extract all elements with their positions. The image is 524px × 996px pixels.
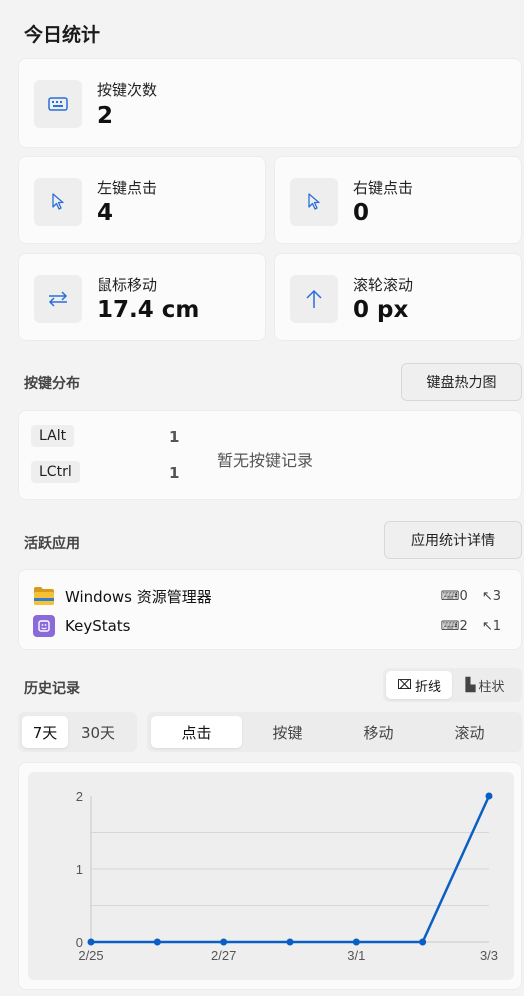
chart-type-bar[interactable]: ▙ 柱状 xyxy=(452,671,518,699)
range-toggle: 7天 30天 xyxy=(18,712,137,752)
metric-scroll[interactable]: 滚动 xyxy=(424,716,515,748)
chart-data-point xyxy=(153,938,161,946)
history-chart-card: 0 1 2 2/25 2/27 3/1 3/3 xyxy=(18,762,522,990)
chart-x-tick-label: 2/27 xyxy=(211,948,236,963)
app-click-count: 3 xyxy=(492,588,501,604)
swap-arrows-icon xyxy=(34,275,82,323)
app-stats: ⌨0 ↖3 xyxy=(441,589,501,604)
stat-card-right-click: 右键点击 0 xyxy=(274,156,522,244)
chart-type-line[interactable]: ⌧ 折线 xyxy=(386,671,452,699)
keystats-app-icon xyxy=(33,615,55,637)
stat-label: 左键点击 xyxy=(97,179,158,197)
section-title-history: 历史记录 xyxy=(24,681,80,697)
chart-data-point xyxy=(286,938,294,946)
chart-x-tick-label: 3/1 xyxy=(347,948,365,963)
key-dist-card: LAlt 1 LCtrl 1 暂无按键记录 xyxy=(18,410,522,500)
chart-data-point xyxy=(485,792,493,800)
cursor-icon xyxy=(290,178,338,226)
metric-move[interactable]: 移动 xyxy=(333,716,424,748)
app-click-stat: ↖1 xyxy=(482,619,501,634)
stat-card-left-click: 左键点击 4 xyxy=(18,156,266,244)
folder-icon xyxy=(33,585,55,607)
stat-card-scroll: 滚轮滚动 0 px xyxy=(274,253,522,341)
chart-type-label: 柱状 xyxy=(478,679,505,695)
stat-label: 右键点击 xyxy=(353,179,414,197)
range-30d[interactable]: 30天 xyxy=(68,716,128,748)
empty-key-message: 暂无按键记录 xyxy=(217,451,314,470)
chart-y-tick-label: 2 xyxy=(76,789,83,804)
app-key-stat: ⌨2 xyxy=(441,619,468,634)
chart-data-point xyxy=(352,938,360,946)
cursor-icon: ↖ xyxy=(481,588,493,604)
active-apps-card: Windows 资源管理器 ⌨0 ↖3 KeyStats ⌨2 ↖1 xyxy=(18,569,522,650)
app-name: KeyStats xyxy=(65,617,131,635)
app-row[interactable]: Windows 资源管理器 ⌨0 ↖3 xyxy=(33,584,507,608)
app-row[interactable]: KeyStats ⌨2 ↖1 xyxy=(33,614,507,638)
chart-y-tick-label: 1 xyxy=(76,862,83,877)
keyboard-icon xyxy=(34,80,82,128)
section-title-active-apps: 活跃应用 xyxy=(24,536,80,552)
key-chip: LAlt xyxy=(31,425,75,447)
range-7d[interactable]: 7天 xyxy=(22,716,68,748)
stat-card-mouse-move: 鼠标移动 17.4 cm xyxy=(18,253,266,341)
metric-click[interactable]: 点击 xyxy=(151,716,242,748)
key-count: 1 xyxy=(169,464,180,482)
key-count: 1 xyxy=(169,428,180,446)
stat-value: 17.4 cm xyxy=(97,297,200,323)
metric-toggle: 点击 按键 移动 滚动 xyxy=(147,712,522,752)
app-key-count: 2 xyxy=(459,618,468,634)
app-stats: ⌨2 ↖1 xyxy=(441,619,501,634)
cursor-icon: ↖ xyxy=(481,618,493,634)
app-click-stat: ↖3 xyxy=(482,589,501,604)
history-line-chart: 0122/25 2/27 3/1 3/3 xyxy=(28,772,514,980)
keyboard-icon: ⌨ xyxy=(440,588,460,604)
section-title-key-dist: 按键分布 xyxy=(24,376,80,392)
stat-card-keys: 按键次数 2 xyxy=(18,58,522,148)
keyboard-icon: ⌨ xyxy=(440,618,460,634)
stat-label: 鼠标移动 xyxy=(97,276,158,294)
app-key-stat: ⌨0 xyxy=(441,589,468,604)
stat-label: 滚轮滚动 xyxy=(353,276,414,294)
cursor-icon xyxy=(34,178,82,226)
stat-value: 2 xyxy=(97,103,114,129)
chart-data-point xyxy=(419,938,427,946)
arrow-up-icon xyxy=(290,275,338,323)
app-name: Windows 资源管理器 xyxy=(65,587,212,606)
key-chip: LCtrl xyxy=(31,461,80,483)
chart-data-point xyxy=(220,938,228,946)
chart-type-label: 折线 xyxy=(414,679,441,695)
line-chart-icon: ⌧ xyxy=(397,677,412,693)
page-title: 今日统计 xyxy=(24,24,101,46)
chart-x-tick-label: 3/3 xyxy=(480,948,498,963)
chart-type-toggle: ⌧ 折线 ▙ 柱状 xyxy=(383,668,522,702)
chart-x-tick-label: 2/25 xyxy=(78,948,103,963)
keyboard-heatmap-button[interactable]: 键盘热力图 xyxy=(401,363,522,401)
stat-label: 按键次数 xyxy=(97,81,158,99)
app-key-count: 0 xyxy=(459,588,468,604)
chart-data-point xyxy=(87,938,95,946)
bar-chart-icon: ▙ xyxy=(465,677,476,693)
app-click-count: 1 xyxy=(492,618,501,634)
app-detail-button[interactable]: 应用统计详情 xyxy=(384,521,522,559)
stat-value: 0 px xyxy=(353,297,409,323)
stat-value: 0 xyxy=(353,200,370,226)
metric-keys[interactable]: 按键 xyxy=(242,716,333,748)
stat-value: 4 xyxy=(97,200,114,226)
